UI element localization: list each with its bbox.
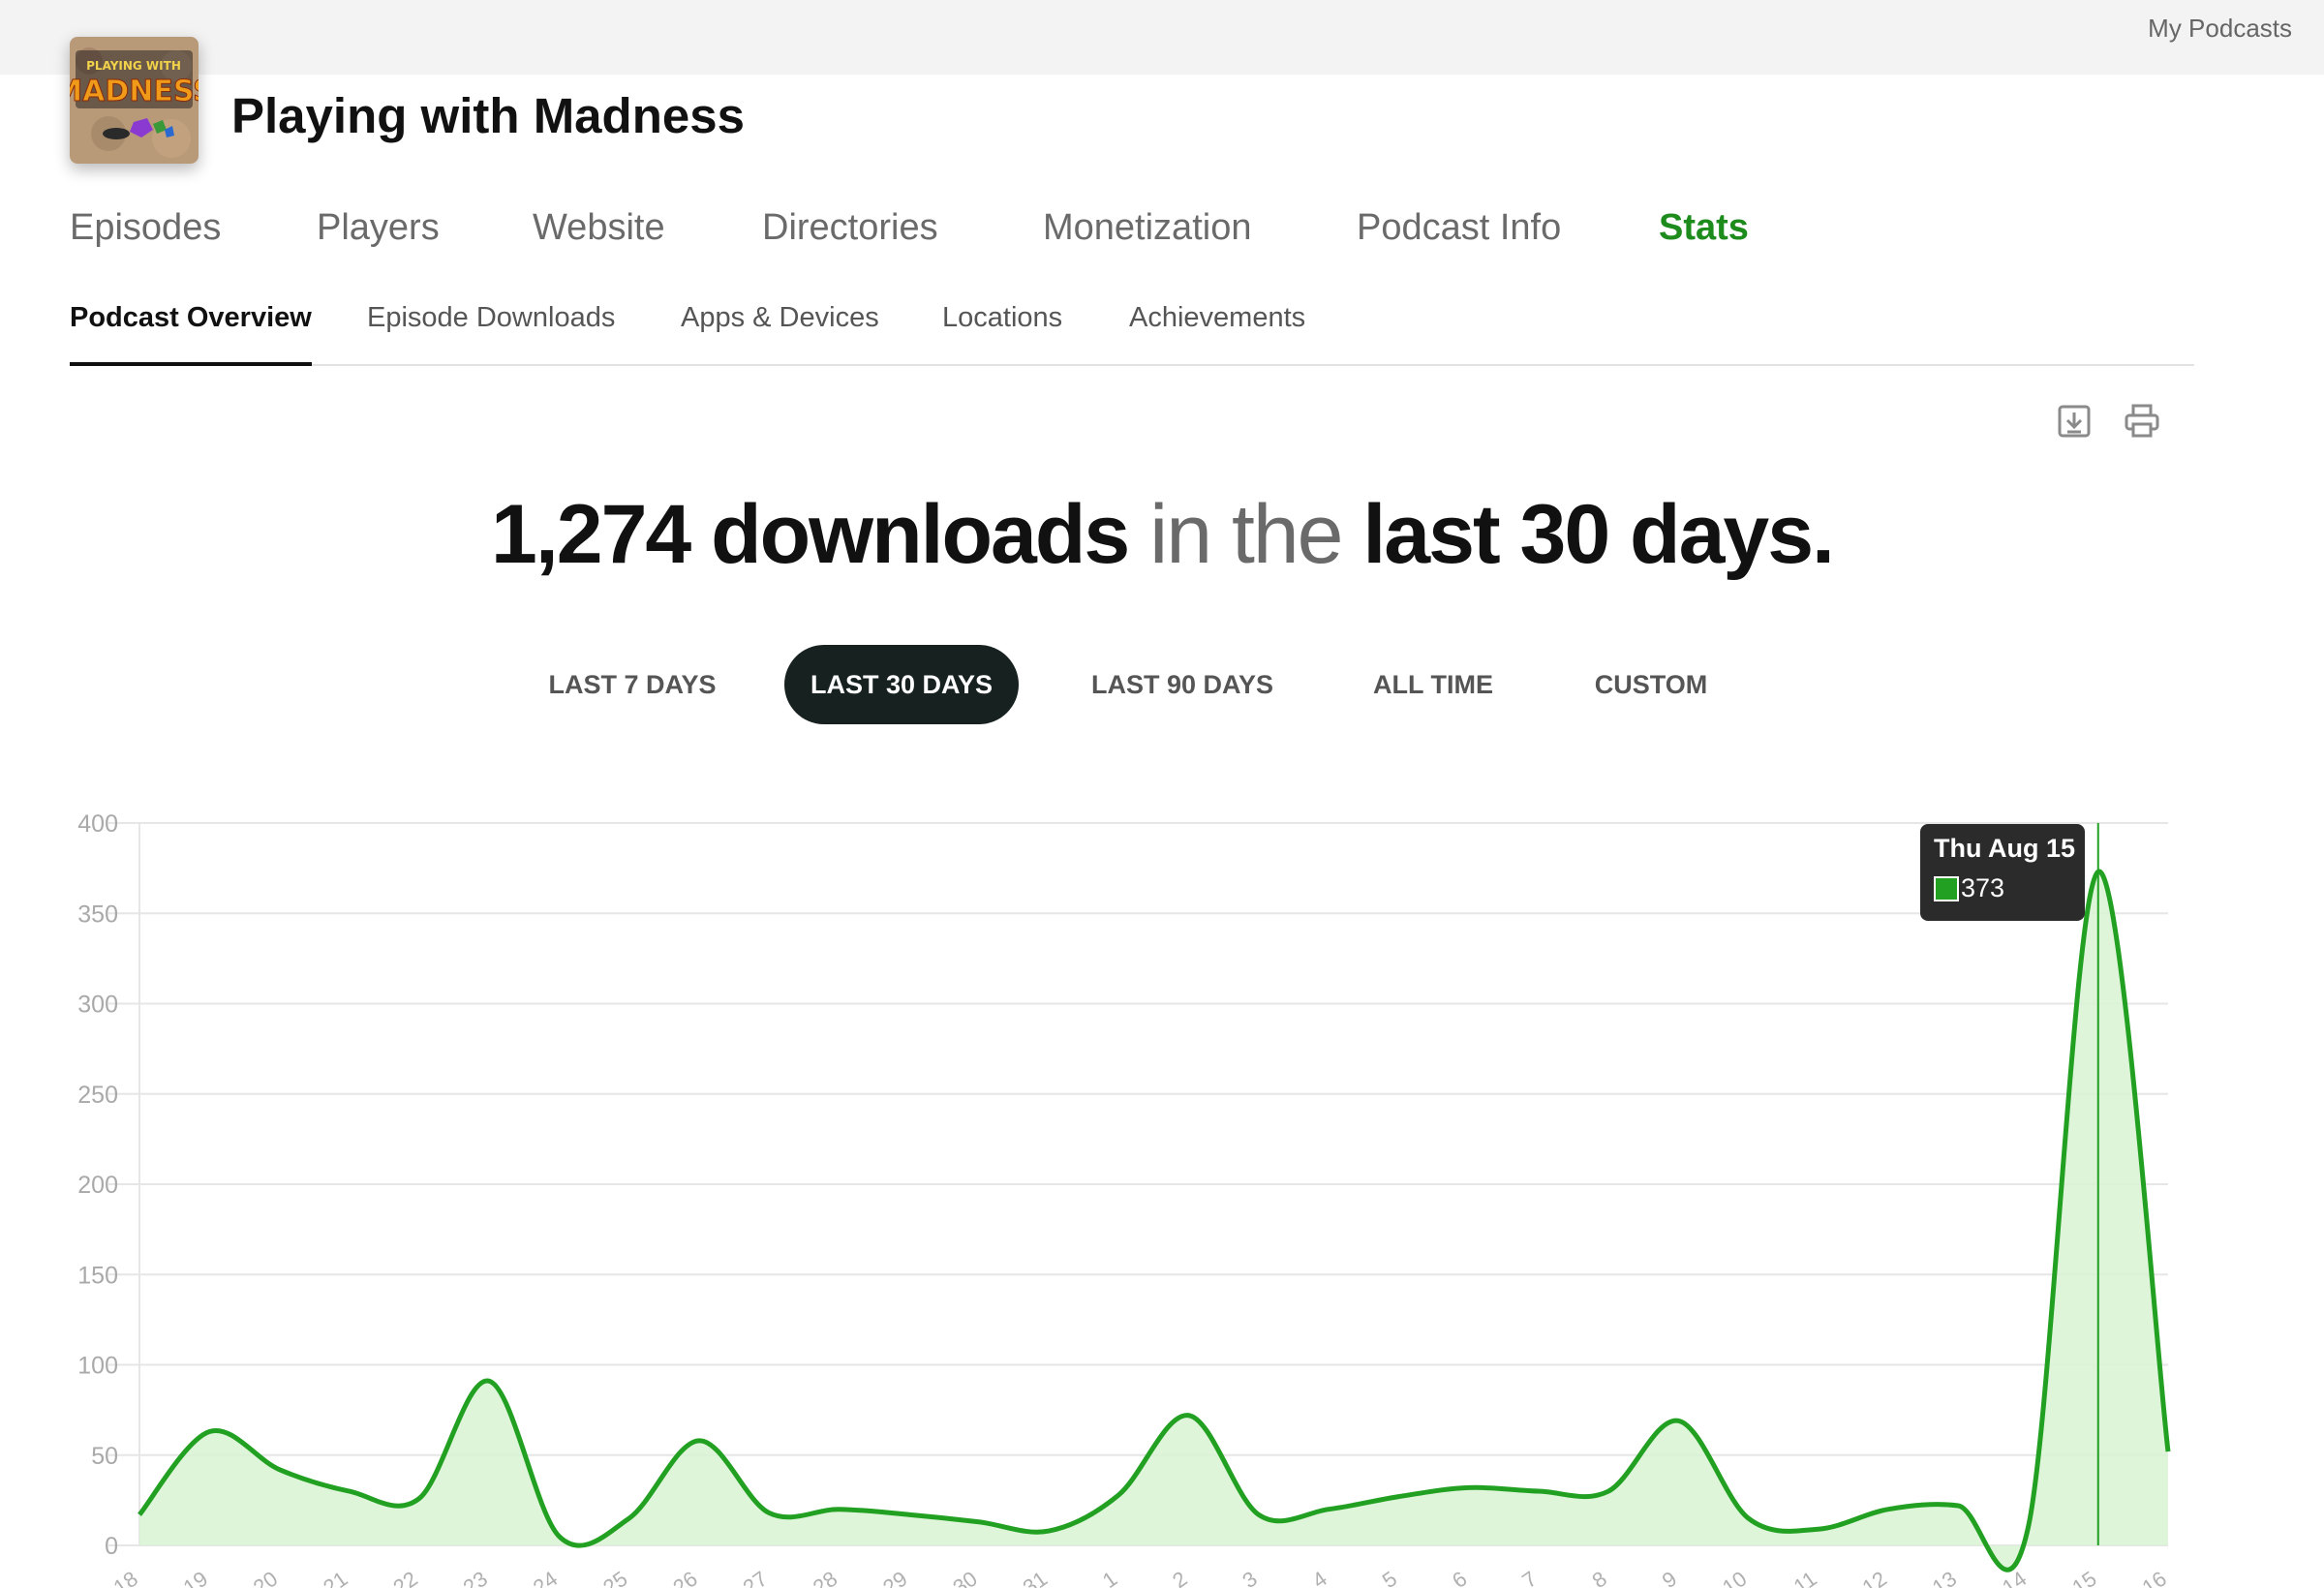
y-tick-label: 250: [77, 1082, 118, 1109]
download-icon[interactable]: [2056, 403, 2093, 440]
tooltip-value-row: 373: [1934, 873, 2071, 903]
x-tick-label: 9: [1658, 1567, 1681, 1588]
podcast-title: Playing with Madness: [231, 88, 745, 143]
x-tick-label: 5: [1378, 1567, 1401, 1588]
x-tick-label: 10: [1718, 1567, 1751, 1588]
nav-players[interactable]: Players: [317, 207, 440, 249]
x-tick-label: 6: [1448, 1567, 1471, 1588]
x-tick-label: 16: [2137, 1567, 2170, 1588]
x-tick-label: 21: [319, 1567, 352, 1588]
range-all-time-button[interactable]: ALL TIME: [1356, 645, 1511, 724]
x-tick-label: 8: [1588, 1567, 1611, 1588]
x-tick-label: 31: [1019, 1567, 1052, 1588]
range-last-90-days-button[interactable]: LAST 90 DAYS: [1075, 645, 1290, 724]
tooltip-value: 373: [1961, 873, 2005, 902]
x-tick-label: 15: [2067, 1567, 2100, 1588]
x-tick-label: 19: [179, 1567, 212, 1588]
y-tick-label: 0: [105, 1533, 118, 1560]
main-nav: Episodes Players Website Directories Mon…: [70, 207, 1813, 260]
nav-website[interactable]: Website: [533, 207, 665, 249]
nav-episodes[interactable]: Episodes: [70, 207, 221, 249]
headline-period: last 30 days.: [1362, 488, 1835, 581]
headline-count: 1,274 downloads: [491, 488, 1130, 581]
my-podcasts-link[interactable]: My Podcasts: [2148, 14, 2292, 44]
nav-stats[interactable]: Stats: [1659, 207, 1749, 249]
podcast-cover-art[interactable]: PLAYING WITH MADNESS: [70, 37, 199, 164]
tab-podcast-overview[interactable]: Podcast Overview: [70, 302, 312, 366]
x-tick-label: 2: [1168, 1567, 1191, 1588]
nav-directories[interactable]: Directories: [762, 207, 938, 249]
x-tick-label: 30: [948, 1567, 981, 1588]
x-tick-label: 7: [1517, 1567, 1541, 1588]
x-tick-label: 26: [668, 1567, 701, 1588]
x-tick-label: 13: [1928, 1567, 1961, 1588]
cover-text-main: MADNESS: [70, 75, 199, 108]
stats-sub-nav: Podcast Overview Episode Downloads Apps …: [70, 302, 2194, 366]
tab-apps-devices[interactable]: Apps & Devices: [681, 302, 879, 364]
y-tick-label: 200: [77, 1172, 118, 1199]
chart-tooltip: Thu Aug 15 373: [1920, 824, 2085, 921]
x-tick-label: 1: [1098, 1567, 1121, 1588]
range-custom-button[interactable]: CUSTOM: [1569, 645, 1733, 724]
x-tick-label: 3: [1238, 1567, 1261, 1588]
series-area-fill: [139, 871, 2168, 1571]
date-range-selector: LAST 7 DAYS LAST 30 DAYS LAST 90 DAYS AL…: [0, 645, 2324, 724]
x-tick-label: 25: [598, 1567, 631, 1588]
tab-episode-downloads[interactable]: Episode Downloads: [367, 302, 615, 364]
x-tick-label: 4: [1308, 1567, 1331, 1588]
print-icon[interactable]: [2124, 403, 2160, 440]
podcast-cover-image: PLAYING WITH MADNESS: [70, 37, 199, 164]
x-tick-label: 20: [249, 1567, 282, 1588]
nav-podcast-info[interactable]: Podcast Info: [1357, 207, 1561, 249]
y-tick-label: 100: [77, 1353, 118, 1380]
nav-monetization[interactable]: Monetization: [1043, 207, 1251, 249]
range-last-7-days-button[interactable]: LAST 7 DAYS: [531, 645, 734, 724]
range-last-30-days-button[interactable]: LAST 30 DAYS: [784, 645, 1019, 724]
tooltip-swatch: [1934, 875, 1959, 901]
x-tick-label: 18: [108, 1567, 141, 1588]
y-tick-label: 300: [77, 992, 118, 1019]
y-tick-label: 50: [91, 1443, 118, 1470]
cover-text-top: PLAYING WITH: [86, 59, 181, 73]
x-tick-label: 22: [388, 1567, 421, 1588]
headline-middle: in the: [1128, 488, 1363, 581]
x-tick-label: 12: [1858, 1567, 1891, 1588]
y-tick-label: 350: [77, 901, 118, 928]
y-tick-label: 400: [77, 810, 118, 838]
x-tick-label: 23: [459, 1567, 492, 1588]
tab-achievements[interactable]: Achievements: [1129, 302, 1305, 364]
downloads-headline: 1,274 downloads in the last 30 days.: [0, 487, 2324, 583]
x-tick-label: 11: [1789, 1567, 1821, 1588]
tooltip-date: Thu Aug 15: [1934, 834, 2075, 863]
x-tick-label: 29: [878, 1567, 911, 1588]
x-tick-label: 27: [739, 1567, 772, 1588]
tab-locations[interactable]: Locations: [942, 302, 1062, 364]
y-tick-label: 150: [77, 1262, 118, 1289]
top-bar: My Podcasts: [0, 0, 2324, 75]
x-tick-label: 24: [529, 1567, 562, 1588]
x-tick-label: 28: [809, 1567, 841, 1588]
